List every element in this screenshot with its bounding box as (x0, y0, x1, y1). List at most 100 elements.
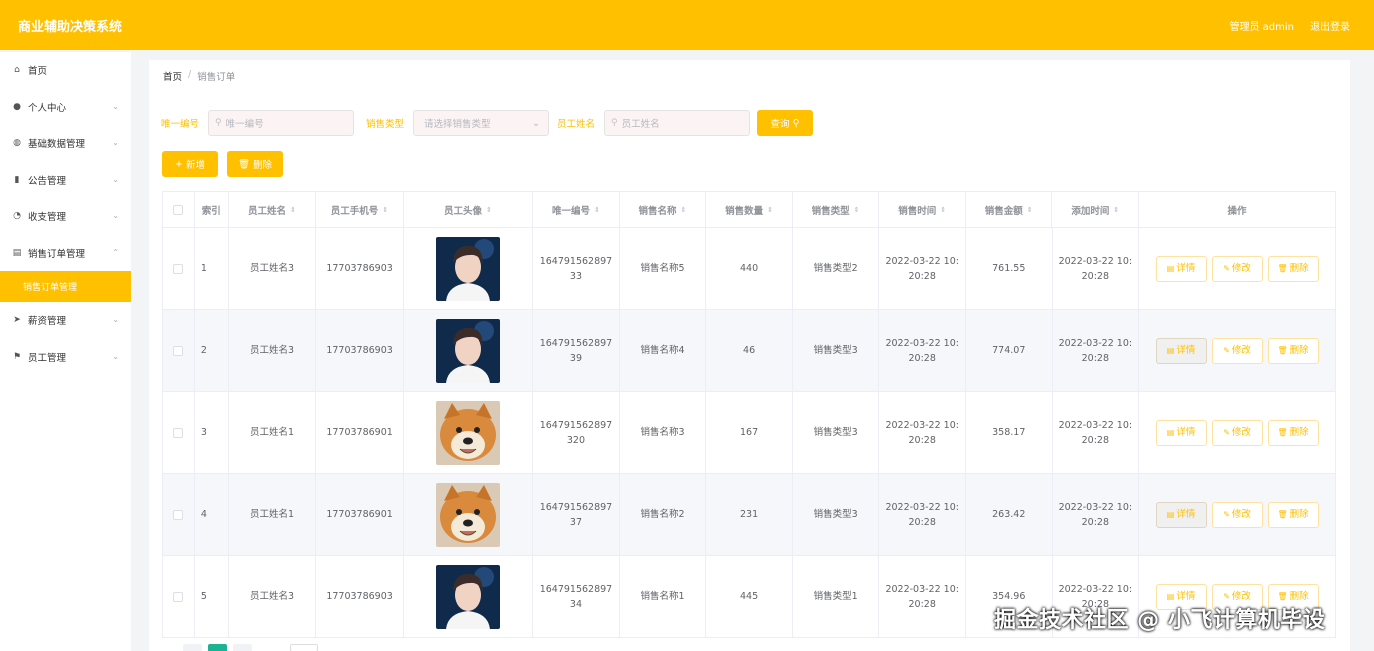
pager-goto-label (258, 644, 284, 651)
sidebar-item-5[interactable]: ▤ 销售订单管理 ⌃ (0, 235, 131, 272)
sidebar-item-label: 基础数据管理 (28, 139, 86, 151)
logout-link[interactable]: 退出登录 (1310, 18, 1350, 33)
row-checkbox[interactable] (173, 427, 184, 438)
breadcrumb-home[interactable]: 首页 (163, 69, 182, 83)
detail-button[interactable]: ▤ 详情 (1155, 419, 1207, 446)
add-button[interactable]: + 新增 (162, 151, 218, 177)
column-header[interactable]: 销售类型 ⇕ (793, 192, 880, 227)
sidebar-subitem-sales-orders[interactable]: 销售订单管理 (0, 271, 131, 302)
row-checkbox[interactable] (173, 263, 184, 274)
avatar[interactable] (436, 564, 501, 629)
avatar[interactable] (436, 400, 501, 465)
cell-text: 761.55 (992, 263, 1026, 274)
cell-type: 销售类型3 (793, 392, 880, 473)
row-checkbox[interactable] (173, 591, 184, 602)
cell-name: 员工姓名3 (229, 228, 317, 309)
sort-icon[interactable]: ⇕ (1113, 206, 1119, 214)
sort-icon[interactable]: ⇕ (594, 206, 600, 214)
sidebar-item-4[interactable]: ◔ 收支管理 ⌄ (0, 198, 131, 235)
column-header[interactable]: 销售时间 ⇕ (879, 192, 966, 227)
pagination (163, 644, 318, 651)
cell-index: 1 (195, 228, 229, 309)
chevron-down-icon: ⌄ (532, 117, 541, 129)
detail-button[interactable]: ▤ 详情 (1155, 501, 1207, 528)
sidebar-item-1[interactable]: ● 个人中心 ⌄ (0, 89, 131, 126)
sort-icon[interactable]: ⇕ (382, 206, 388, 214)
column-header[interactable]: 员工姓名 ⇕ (229, 192, 317, 227)
sort-icon[interactable]: ⇕ (854, 206, 860, 214)
sidebar-item-2[interactable]: ◍ 基础数据管理 ⌄ (0, 125, 131, 162)
select-all-checkbox[interactable] (173, 204, 184, 215)
row-delete-button[interactable]: 🗑 删除 (1267, 255, 1319, 282)
edit-button[interactable]: ✎ 修改 (1211, 337, 1263, 364)
edit-button[interactable]: ✎ 修改 (1211, 501, 1263, 528)
row-delete-button[interactable]: 🗑 删除 (1267, 337, 1319, 364)
row-delete-button-label: 删除 (1289, 345, 1309, 356)
pager-next[interactable] (233, 644, 252, 651)
row-checkbox[interactable] (173, 509, 184, 520)
sidebar-item-8[interactable]: ⚑ 员工管理 ⌄ (0, 339, 131, 376)
column-header[interactable]: 销售名称 ⇕ (620, 192, 707, 227)
cell-text: 销售名称5 (640, 263, 685, 274)
edit-button[interactable]: ✎ 修改 (1211, 255, 1263, 282)
sidebar-item-0[interactable]: ⌂ 首页 (0, 52, 131, 89)
sort-icon[interactable]: ⇕ (767, 206, 773, 214)
cell-sale-name: 销售名称4 (620, 310, 707, 391)
cell-text: 2022-03-22 10:20:28 (885, 501, 959, 528)
avatar[interactable] (436, 318, 501, 383)
type-select[interactable]: 请选择销售类型 ⌄ (413, 110, 550, 136)
column-header[interactable]: 唯一编号 ⇕ (533, 192, 620, 227)
trash-icon: 🗑 (237, 158, 251, 170)
cell-sale-name: 销售名称3 (620, 392, 707, 473)
cell-phone: 17703786901 (316, 392, 404, 473)
table-row: 3 员工姓名1 17703786901 164791562897320 销售名称3 167… (163, 392, 1335, 474)
column-header[interactable]: 销售金额 ⇕ (966, 192, 1053, 227)
document-icon: ▤ (1166, 346, 1175, 355)
detail-button[interactable]: ▤ 详情 (1155, 337, 1207, 364)
sort-icon[interactable]: ⇕ (1027, 206, 1033, 214)
cell-text: 17703786903 (326, 591, 393, 602)
avatar-cell (404, 392, 534, 473)
avatar[interactable] (436, 236, 501, 301)
column-header[interactable]: 添加时间 ⇕ (1052, 192, 1140, 227)
document-icon: ▤ (12, 247, 22, 258)
column-header[interactable]: 员工手机号 ⇕ (316, 192, 404, 227)
pager-page-1[interactable] (208, 644, 227, 651)
flag-icon: ⚑ (12, 351, 22, 362)
name-input[interactable]: ⚲ 员工姓名 (604, 110, 751, 136)
uid-input[interactable]: ⚲ 唯一编号 (208, 110, 355, 136)
cell-text: 17703786903 (326, 263, 393, 274)
row-delete-button[interactable]: 🗑 删除 (1267, 419, 1319, 446)
query-button[interactable]: 查询 ⚲ (757, 110, 814, 136)
cell-text: 774.07 (992, 345, 1026, 356)
sort-icon[interactable]: ⇕ (940, 206, 946, 214)
row-checkbox[interactable] (173, 345, 184, 356)
column-header[interactable]: 销售数量 ⇕ (706, 192, 793, 227)
actions-cell: ▤ 详情 ✎ 修改 🗑 删除 (1139, 392, 1335, 473)
chevron-down-icon: ⌄ (112, 138, 119, 147)
column-header: 操作 (1139, 192, 1335, 227)
cell-text: 2022-03-22 10:20:28 (1058, 419, 1133, 446)
chevron-up-icon: ⌃ (112, 247, 119, 257)
sort-icon[interactable]: ⇕ (290, 206, 296, 214)
edit-button[interactable]: ✎ 修改 (1211, 419, 1263, 446)
cell-add-time: 2022-03-22 10:20:28 (1053, 474, 1140, 555)
sidebar-item-3[interactable]: ▮ 公告管理 ⌄ (0, 162, 131, 199)
row-delete-button[interactable]: 🗑 删除 (1267, 501, 1319, 528)
detail-button[interactable]: ▤ 详情 (1155, 255, 1207, 282)
column-header-label: 员工头像 (443, 205, 482, 217)
sidebar-item-7[interactable]: ➤ 薪资管理 ⌄ (0, 302, 131, 339)
sort-icon[interactable]: ⇕ (681, 206, 687, 214)
sidebar-item-label: 收支管理 (28, 212, 67, 224)
avatar[interactable] (436, 482, 501, 547)
sort-icon[interactable]: ⇕ (486, 206, 492, 214)
column-header[interactable]: 员工头像 ⇕ (404, 192, 534, 227)
pager-prev[interactable] (183, 644, 202, 651)
cell-sale-name: 销售名称5 (620, 228, 707, 309)
avatar-cell (404, 310, 534, 391)
delete-button[interactable]: 🗑 删除 (227, 151, 283, 177)
pager-goto-input[interactable] (290, 644, 318, 651)
cell-text: 销售名称2 (640, 509, 685, 520)
cell-qty: 440 (706, 228, 793, 309)
avatar-image (436, 564, 501, 629)
